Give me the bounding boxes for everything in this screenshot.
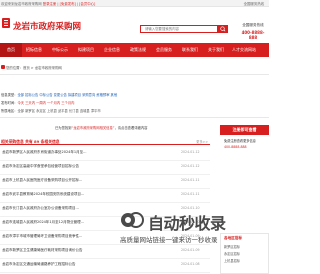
header: 龙岩市政府采购网 全国服务热线 400-8888-888 [0, 7, 269, 43]
search-button[interactable] [218, 25, 228, 33]
list-item[interactable]: 龙岩市上杭县人民医院医疗设备采购项目公开招标... 2024-01-11 [0, 175, 210, 189]
side-title[interactable]: 注册即可查看 [220, 125, 269, 135]
list-header: 相关采购信息 共有 89 条相关信息 更多>> [0, 137, 210, 145]
top-bar-right: 全国服务热线 [243, 2, 264, 6]
more-link[interactable]: 更多>> [196, 139, 208, 144]
hotline-label: 全国服务热线 [242, 23, 264, 27]
side-region-item[interactable]: 上杭县招标 [221, 257, 268, 264]
list-item[interactable]: 龙岩市永定区高级中学食堂承包经营项目招标公告 2024-01-12 [0, 161, 210, 175]
nav-proposed[interactable]: 拟建项目 [78, 43, 94, 57]
list-item-title[interactable]: 龙岩市新罗区人民政府东肖街道办事处2024年1月至... [2, 150, 162, 155]
list-item-date: 2024-01-08 [181, 262, 200, 266]
search-input[interactable] [141, 26, 217, 32]
main-nav: 首页 招标信息 中标公示 拟建项目 企业信息 政策法规 会员服务 联系我们 关于… [0, 43, 269, 57]
filter-type-options[interactable]: 全部 招标公告 中标公告 变更公告 拟建项目 采购意向 资格预审 其他 [17, 93, 117, 97]
list-item[interactable]: 龙岩市永定区交通运输局道路养护工程招标公告 2024-01-08 [0, 259, 210, 273]
list-item-date: 2024-01-11 [181, 192, 200, 196]
notice-prefix: 已为您找到 [55, 126, 72, 130]
divider [0, 74, 269, 75]
list-item-title[interactable]: 龙岩市上杭县人民医院医疗设备采购项目公开招标... [2, 178, 162, 183]
list-title: 相关采购信息 共有 89 条相关信息 [1, 139, 60, 144]
watermark-sub: 高质量网站链接一键来访一秒收录 [120, 236, 218, 244]
result-list: 相关采购信息 共有 89 条相关信息 更多>> 龙岩市新罗区人民政府东肖街道办事… [0, 137, 210, 274]
list-item-date: 2024-01-11 [181, 178, 200, 182]
side-register: 注册即可查看 免费注册查看更多信息 400-8888-888 [220, 125, 269, 149]
watermark-main: 自动秒收录 [148, 214, 226, 233]
list-item[interactable]: 龙岩市武平县教育局2024年校园安防系统建设项目... 2024-01-11 [0, 189, 210, 203]
notice-highlight: “龙岩市政府采购网相关信息” [71, 126, 115, 130]
list-item-date: 2024-01-12 [181, 150, 200, 154]
list-item-title[interactable]: 龙岩市永定区高级中学食堂承包经营项目招标公告 [2, 164, 162, 169]
breadcrumb-text[interactable]: 您的位置：首页 > 龙岩市政府采购网 [6, 65, 62, 70]
breadcrumb: 您的位置：首页 > 龙岩市政府采购网 [0, 64, 269, 72]
filter-region-label: 所属地区： [1, 109, 18, 113]
search-box[interactable] [140, 25, 218, 33]
search-notice: 已为您找到“龙岩市政府采购网相关信息”，请点击查看详细内容 [55, 125, 215, 130]
filter-type-label: 信息类型： [1, 93, 18, 97]
hotline: 全国服务热线 400-8888-888 [238, 23, 268, 40]
list-item-date: 2024-01-12 [181, 164, 200, 168]
filter-time-label: 发布时间： [1, 101, 18, 105]
nav-home[interactable]: 首页 [0, 43, 22, 57]
filter-region: 所属地区：全部 新罗区 永定区 上杭县 武平县 长汀县 连城县 漳平市 [1, 108, 101, 113]
auth-links[interactable]: 登录注册 | [免费发布] | [会员中心] [43, 2, 96, 6]
welcome-text: 欢迎来到龙岩市政府采购网 [1, 2, 43, 6]
watermark-logo [121, 212, 144, 228]
nav-bidding[interactable]: 招标信息 [26, 43, 42, 57]
filter-time: 发布时间：今天 三天内 一周内 一个月内 三个月内 [1, 100, 74, 105]
nav-talent[interactable]: 人才交流网站 [232, 43, 256, 57]
notice-suffix: ，请点击查看详细内容 [114, 126, 148, 130]
list-item-title[interactable]: 龙岩市永定区交通运输局道路养护工程招标公告 [2, 262, 162, 267]
list-item[interactable]: 龙岩市新罗区人民政府东肖街道办事处2024年1月至... 2024-01-12 [0, 147, 210, 161]
watermark: 自动秒收录 高质量网站链接一键来访一秒收录 [120, 210, 270, 250]
list-item-title[interactable]: 龙岩市武平县教育局2024年校园安防系统建设项目... [2, 192, 162, 197]
filter-region-options[interactable]: 全部 新罗区 永定区 上杭县 武平县 长汀县 连城县 漳平市 [17, 109, 100, 113]
filter-type: 信息类型：全部 招标公告 中标公告 变更公告 拟建项目 采购意向 资格预审 其他 [1, 92, 117, 97]
site-title[interactable]: 龙岩市政府采购网 [13, 20, 81, 32]
top-bar-welcome: 欢迎来到龙岩市政府采购网 登录注册 | [免费发布] | [会员中心] [1, 1, 95, 6]
filter-time-options[interactable]: 今天 三天内 一周内 一个月内 三个月内 [17, 101, 74, 105]
logo-icon [2, 18, 10, 28]
side-phone: 400-8888-888 [224, 145, 247, 149]
nav-contact[interactable]: 联系我们 [182, 43, 198, 57]
nav-award[interactable]: 中标公示 [52, 43, 68, 57]
nav-member[interactable]: 会员服务 [156, 43, 172, 57]
nav-policy[interactable]: 政策法规 [130, 43, 146, 57]
side-region-item[interactable]: 永定区招标 [221, 250, 268, 257]
nav-about[interactable]: 关于我们 [208, 43, 224, 57]
home-icon [1, 65, 5, 69]
top-bar: 欢迎来到龙岩市政府采购网 登录注册 | [免费发布] | [会员中心] 全国服务… [0, 0, 269, 7]
side-sub: 免费注册查看更多信息 [224, 139, 256, 143]
divider [0, 117, 269, 118]
search-icon [220, 26, 226, 32]
nav-company[interactable]: 企业信息 [104, 43, 120, 57]
hotline-number: 400-8888-888 [241, 30, 265, 40]
